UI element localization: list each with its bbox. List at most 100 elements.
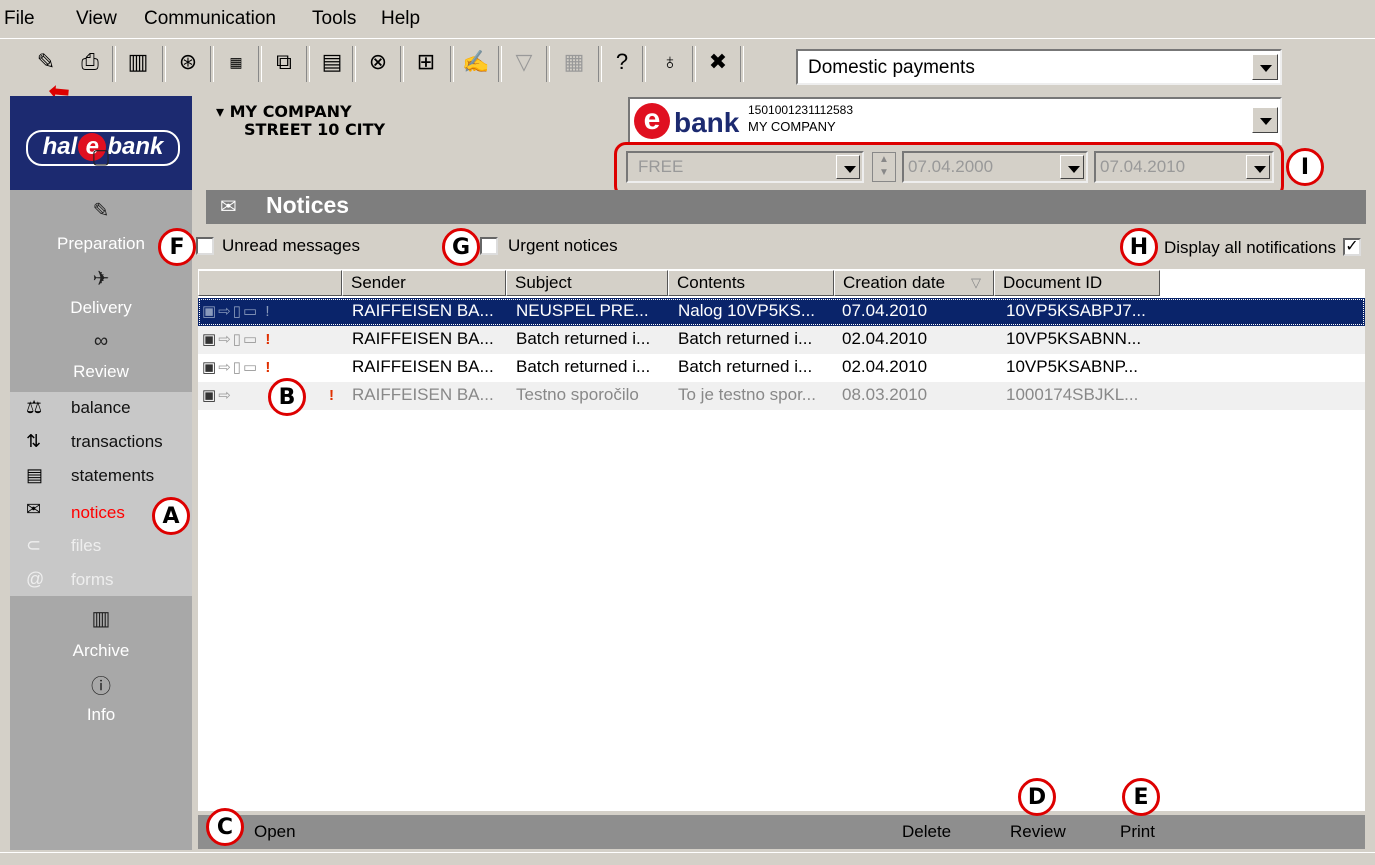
sidebar-item-forms[interactable]: forms bbox=[71, 570, 114, 590]
sidebar-item-balance[interactable]: balance bbox=[71, 398, 131, 418]
cell-contents: Batch returned i... bbox=[678, 329, 813, 348]
cell-subject: Batch returned i... bbox=[516, 329, 651, 348]
print-button[interactable]: Print bbox=[1120, 822, 1155, 842]
cell-contents: Nalog 10VP5KS... bbox=[678, 301, 816, 320]
chevron-down-icon[interactable] bbox=[836, 155, 860, 179]
toolbar-separator bbox=[258, 46, 262, 82]
chevron-down-icon[interactable] bbox=[1252, 54, 1278, 80]
delete-button[interactable]: Delete bbox=[902, 822, 951, 842]
forms-icon: @ bbox=[26, 569, 45, 589]
sidebar-info[interactable]: Info bbox=[10, 705, 192, 725]
envelope-icon: ✉ bbox=[26, 499, 42, 519]
filter-icon[interactable]: ▽ bbox=[506, 44, 542, 80]
annotation-marker-f: F bbox=[158, 228, 196, 266]
cell-subject: NEUSPEL PRE... bbox=[516, 301, 649, 320]
sidebar-delivery[interactable]: Delivery bbox=[10, 298, 192, 318]
date-from-value: 07.04.2000 bbox=[908, 157, 994, 176]
sidebar-archive[interactable]: Archive bbox=[10, 641, 192, 661]
payment-type-select[interactable]: Domestic payments bbox=[796, 49, 1282, 85]
table-row[interactable]: ▣⇨▯▭ ! RAIFFEISEN BA... Batch returned i… bbox=[198, 354, 1365, 382]
sidebar-item-files[interactable]: files bbox=[71, 536, 101, 556]
row-status-icons: ▣⇨▯▭ ! bbox=[202, 303, 272, 320]
menu-file[interactable]: File bbox=[4, 8, 35, 30]
calculator-icon[interactable]: ▦ bbox=[556, 44, 592, 80]
urgent-notices-checkbox[interactable] bbox=[480, 237, 498, 255]
sort-descending-icon: ▽ bbox=[971, 275, 981, 290]
toolbar-separator bbox=[352, 46, 356, 82]
sidebar-item-transactions[interactable]: transactions bbox=[71, 432, 163, 452]
toolbar-separator bbox=[692, 46, 696, 82]
menu-tools[interactable]: Tools bbox=[312, 8, 356, 30]
sidebar-sublist bbox=[10, 392, 192, 596]
period-spinner[interactable]: ▲ ▼ bbox=[872, 152, 896, 182]
review-button[interactable]: Review bbox=[1010, 822, 1066, 842]
envelope-icon: ✉ bbox=[220, 196, 237, 218]
display-all-checkbox[interactable]: ✓ bbox=[1343, 238, 1361, 256]
annotation-marker-a: A bbox=[152, 497, 190, 535]
account-select[interactable]: e bank 1501001231112583 MY COMPANY bbox=[628, 97, 1282, 145]
date-to-select[interactable]: 07.04.2010 bbox=[1094, 151, 1274, 183]
cell-date: 07.04.2010 bbox=[842, 301, 928, 320]
menu-help[interactable]: Help bbox=[381, 8, 420, 30]
currency-icon[interactable]: ⊗ bbox=[360, 44, 396, 80]
company-address: STREET 10 CITY bbox=[244, 120, 386, 139]
cell-document-id: 1000174SBJKL... bbox=[1006, 385, 1139, 404]
preparation-icon[interactable]: ▢ bbox=[10, 144, 192, 169]
menu-view[interactable]: View bbox=[76, 8, 117, 30]
table-row[interactable]: ▣⇨▯▭ ! RAIFFEISEN BA... NEUSPEL PRE... N… bbox=[198, 298, 1365, 326]
cell-sender: RAIFFEISEN BA... bbox=[352, 301, 494, 320]
column-header-document-id[interactable]: Document ID bbox=[994, 270, 1160, 296]
date-from-select[interactable]: 07.04.2000 bbox=[902, 151, 1088, 183]
chevron-down-icon[interactable] bbox=[1252, 107, 1278, 133]
lamp-icon[interactable]: ♁ bbox=[652, 44, 688, 80]
column-header-icons[interactable] bbox=[198, 270, 342, 296]
review-glasses-icon[interactable]: ∞ bbox=[10, 330, 192, 353]
chevron-down-icon[interactable] bbox=[1246, 155, 1270, 179]
section-header: ✉ Notices bbox=[206, 190, 1366, 224]
chevron-down-icon[interactable] bbox=[1060, 155, 1084, 179]
urgent-flag-icon: ! bbox=[328, 387, 336, 404]
sidebar-item-notices[interactable]: notices bbox=[71, 503, 125, 523]
section-title: Notices bbox=[266, 192, 350, 218]
printer-icon[interactable]: ⎙ bbox=[72, 44, 108, 80]
cell-date: 02.04.2010 bbox=[842, 357, 928, 376]
book-icon[interactable]: ▥ bbox=[120, 44, 156, 80]
column-header-sender[interactable]: Sender bbox=[342, 270, 506, 296]
unread-messages-checkbox[interactable] bbox=[196, 237, 214, 255]
toolbar-separator bbox=[210, 46, 214, 82]
company-selector[interactable]: ▾ MY COMPANY bbox=[216, 102, 352, 121]
menu-communication[interactable]: Communication bbox=[144, 8, 276, 30]
exit-icon[interactable]: ✖ bbox=[700, 44, 736, 80]
table-row[interactable]: ▣⇨ ! RAIFFEISEN BA... Testno sporočilo T… bbox=[198, 382, 1365, 410]
cell-contents: Batch returned i... bbox=[678, 357, 813, 376]
table-row[interactable]: ▣⇨▯▭ ! RAIFFEISEN BA... Batch returned i… bbox=[198, 326, 1365, 354]
archive-box-icon[interactable]: ⊞ bbox=[408, 44, 444, 80]
archive-icon[interactable]: ▥ bbox=[10, 606, 192, 631]
delivery-icon[interactable]: ✈ bbox=[10, 266, 192, 291]
ebank-logo-e: e bbox=[634, 103, 670, 139]
row-status-icons: ▣⇨▯▭ ! bbox=[202, 359, 273, 376]
sidebar-review[interactable]: Review bbox=[10, 362, 192, 382]
cell-subject: Batch returned i... bbox=[516, 357, 651, 376]
urgent-notices-label: Urgent notices bbox=[508, 236, 618, 255]
open-button[interactable]: Open bbox=[254, 822, 296, 842]
statements-icon: ▤ bbox=[26, 465, 44, 485]
column-header-creation-date[interactable]: Creation date ▽ bbox=[834, 270, 994, 296]
column-header-contents[interactable]: Contents bbox=[668, 270, 834, 296]
toolbar-separator bbox=[642, 46, 646, 82]
documents-icon[interactable]: ⧉ bbox=[266, 44, 302, 80]
form-icon[interactable]: ▤ bbox=[314, 44, 350, 80]
column-header-subject[interactable]: Subject bbox=[506, 270, 668, 296]
row-status-icons: ▣⇨▯▭ ! bbox=[202, 331, 273, 348]
info-icon[interactable]: ⓘ bbox=[10, 670, 192, 699]
sidebar-item-statements[interactable]: statements bbox=[71, 466, 154, 486]
cell-document-id: 10VP5KSABNN... bbox=[1006, 329, 1142, 348]
preparation-icon[interactable]: ✎ bbox=[10, 198, 192, 223]
annotation-marker-c: C bbox=[206, 808, 244, 846]
globe-icon[interactable]: ⊛ bbox=[170, 44, 206, 80]
urgent-flag-icon: ! bbox=[265, 359, 273, 376]
binary-icon[interactable]: ▦ bbox=[218, 44, 254, 80]
period-select[interactable]: FREE bbox=[626, 151, 864, 183]
edit-document-icon[interactable]: ✍ bbox=[458, 44, 494, 80]
help-icon[interactable]: ? bbox=[604, 44, 640, 80]
